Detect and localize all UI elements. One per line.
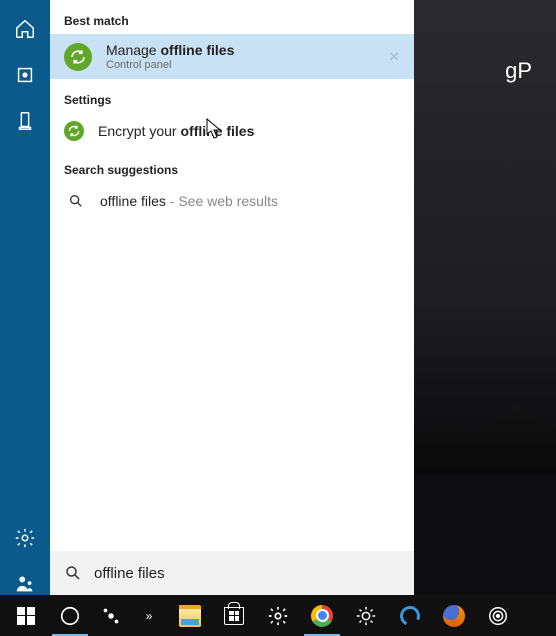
account-icon[interactable]	[14, 573, 36, 595]
settings-result-title: Encrypt your offline files	[98, 123, 254, 139]
taskbar-firefox[interactable]	[432, 595, 476, 636]
chevron-right-icon: »	[146, 609, 153, 623]
taskbar-app-origin[interactable]	[92, 595, 130, 636]
sync-icon	[64, 43, 92, 71]
folder-icon	[179, 605, 201, 627]
device-icon[interactable]	[14, 110, 36, 132]
spiral-icon	[487, 605, 509, 627]
collection-icon[interactable]	[14, 64, 36, 86]
start-button[interactable]	[4, 595, 48, 636]
desktop-watermark: gP	[505, 58, 532, 84]
store-icon	[224, 607, 244, 625]
best-match-result[interactable]: Manage offline files Control panel ✕	[50, 34, 414, 79]
windows-icon	[17, 607, 35, 625]
cortana-button[interactable]	[48, 595, 92, 636]
settings-header: Settings	[50, 79, 414, 113]
best-match-title: Manage offline files	[106, 42, 234, 58]
taskbar-chrome[interactable]	[300, 595, 344, 636]
search-icon	[68, 193, 84, 209]
close-icon[interactable]: ✕	[388, 48, 400, 65]
search-results-panel: Best match Manage offline files Control …	[50, 0, 414, 595]
taskbar-edge[interactable]	[388, 595, 432, 636]
best-match-header: Best match	[50, 0, 414, 34]
taskbar-flux[interactable]	[344, 595, 388, 636]
chrome-icon	[311, 605, 333, 627]
search-icon	[64, 564, 82, 582]
taskbar-expand[interactable]: »	[130, 595, 168, 636]
desktop-wallpaper: gP	[414, 0, 556, 595]
settings-result[interactable]: Encrypt your offline files	[50, 113, 414, 149]
suggestions-header: Search suggestions	[50, 149, 414, 183]
firefox-icon	[443, 605, 465, 627]
edge-icon	[397, 603, 423, 629]
taskbar-store[interactable]	[212, 595, 256, 636]
gear-icon	[267, 605, 289, 627]
web-result-text: offline files - See web results	[100, 193, 278, 209]
web-result[interactable]: offline files - See web results	[50, 183, 414, 219]
start-left-rail	[0, 0, 50, 595]
taskbar-app-whirl[interactable]	[476, 595, 520, 636]
cortana-icon	[59, 605, 81, 627]
best-match-subtitle: Control panel	[106, 59, 234, 71]
sun-icon	[355, 605, 377, 627]
search-box[interactable]	[50, 551, 414, 595]
sync-icon	[64, 121, 84, 141]
taskbar-settings[interactable]	[256, 595, 300, 636]
search-input[interactable]	[94, 565, 400, 582]
app-icon	[100, 605, 122, 627]
home-icon[interactable]	[14, 18, 36, 40]
taskbar: »	[0, 595, 556, 636]
taskbar-file-explorer[interactable]	[168, 595, 212, 636]
gear-icon[interactable]	[14, 527, 36, 549]
